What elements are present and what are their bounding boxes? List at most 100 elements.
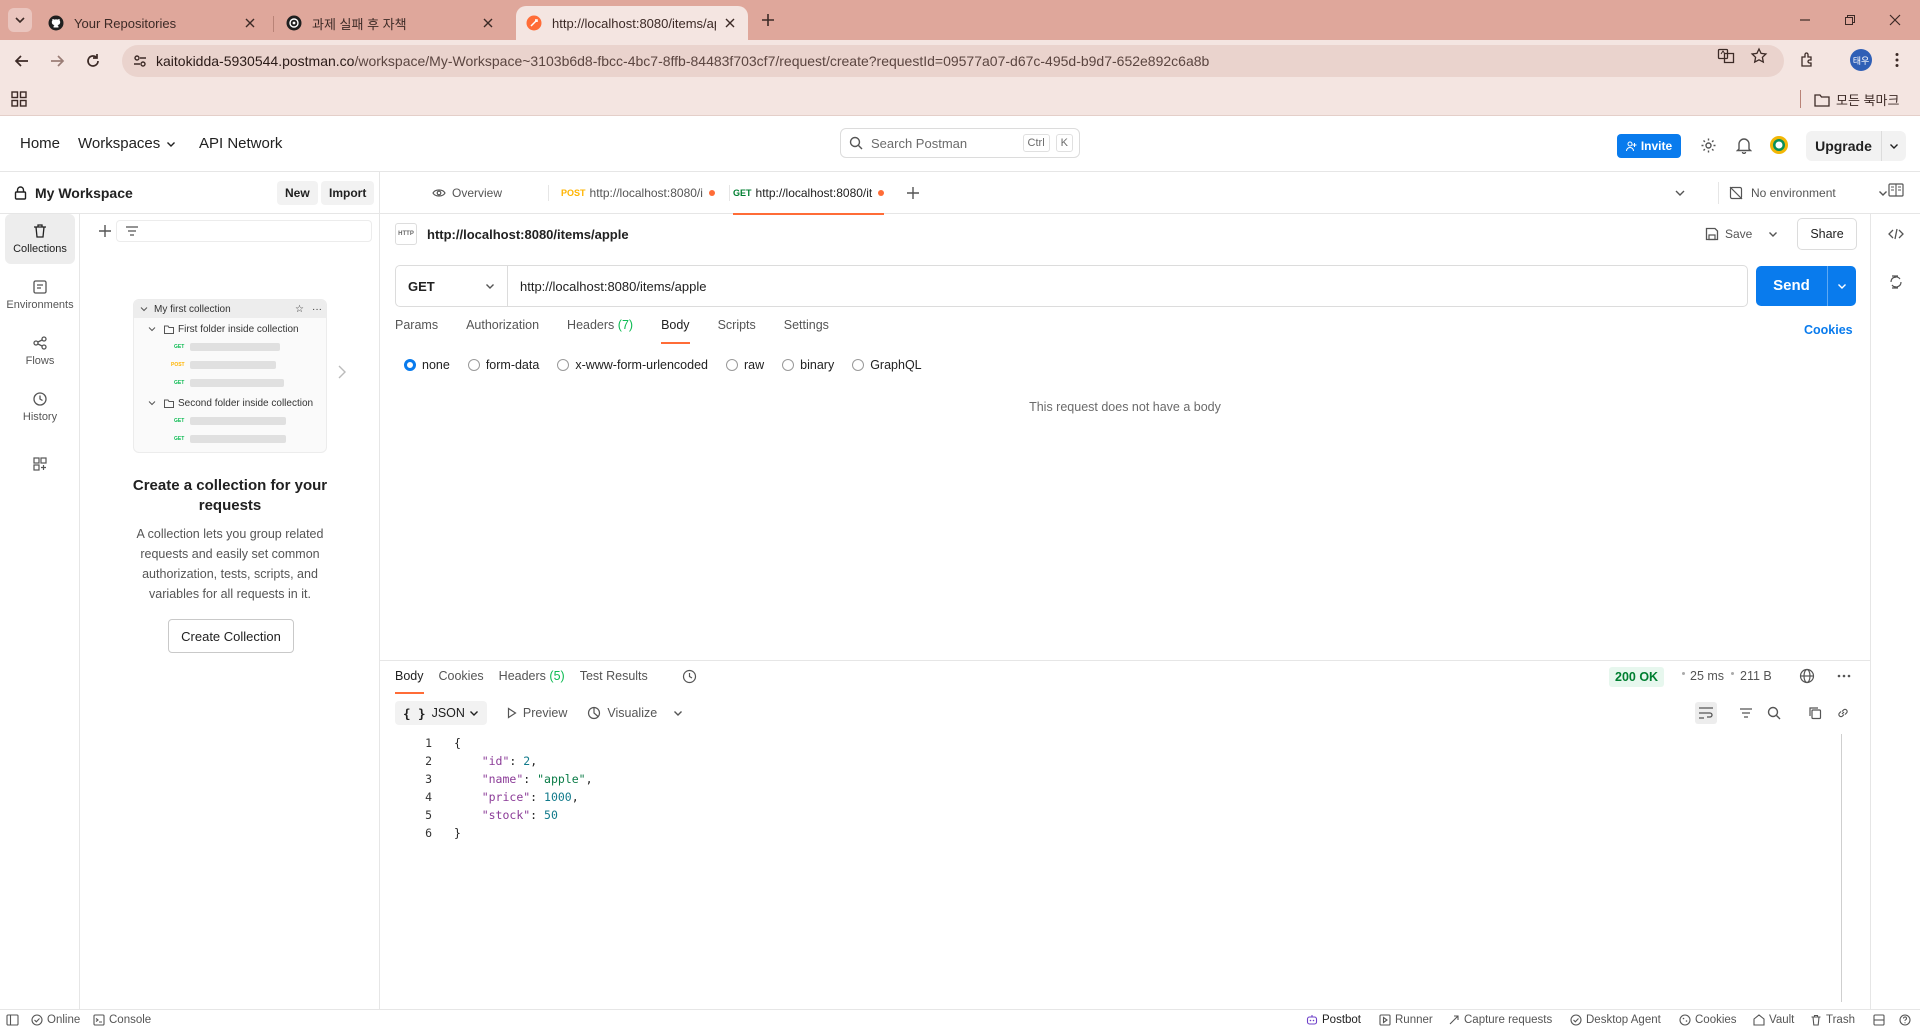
tab-params[interactable]: Params bbox=[395, 318, 438, 342]
chevron-right-icon[interactable] bbox=[336, 364, 348, 380]
user-avatar[interactable] bbox=[1769, 135, 1789, 155]
apps-grid-icon[interactable] bbox=[11, 91, 27, 107]
filter-icon[interactable] bbox=[1735, 702, 1757, 724]
chevron-down-icon[interactable] bbox=[1882, 141, 1906, 151]
cookies-button[interactable]: Cookies bbox=[1679, 1014, 1737, 1026]
console-button[interactable]: Console bbox=[93, 1014, 151, 1026]
profile-avatar[interactable]: 태우 bbox=[1850, 49, 1872, 71]
new-tab-button[interactable] bbox=[758, 10, 778, 30]
reload-button[interactable] bbox=[81, 49, 105, 73]
settings-icon[interactable] bbox=[1698, 135, 1718, 155]
method-selector[interactable]: GET bbox=[396, 266, 508, 306]
trash-button[interactable]: Trash bbox=[1810, 1014, 1855, 1026]
translate-icon[interactable] bbox=[1716, 46, 1736, 66]
link-icon[interactable] bbox=[1832, 702, 1854, 724]
tabs-overflow-button[interactable] bbox=[1674, 172, 1686, 214]
back-button[interactable] bbox=[10, 49, 34, 73]
format-selector[interactable]: { } JSON bbox=[395, 701, 487, 725]
tab-headers[interactable]: Headers (7) bbox=[567, 318, 633, 342]
online-status[interactable]: Online bbox=[31, 1014, 80, 1026]
forward-button[interactable] bbox=[45, 49, 69, 73]
response-body-editor[interactable]: 1{ 2 "id": 2, 3 "name": "apple", 4 "pric… bbox=[410, 734, 592, 842]
runner-button[interactable]: Runner bbox=[1379, 1014, 1433, 1026]
chevron-down-icon[interactable] bbox=[1768, 229, 1778, 239]
wrap-lines-icon[interactable] bbox=[1695, 702, 1717, 724]
tab-search-button[interactable] bbox=[8, 8, 32, 32]
new-button[interactable]: New bbox=[277, 181, 318, 205]
nav-home[interactable]: Home bbox=[20, 135, 60, 152]
tab-authorization[interactable]: Authorization bbox=[466, 318, 539, 342]
body-type-binary[interactable]: binary bbox=[782, 358, 834, 372]
browser-tab-chatgpt[interactable]: 과제 실패 후 자책 bbox=[276, 6, 506, 40]
status-badge[interactable]: 200 OK bbox=[1609, 667, 1665, 687]
body-type-urlencoded[interactable]: x-www-form-urlencoded bbox=[557, 358, 708, 372]
browser-tab-github[interactable]: Your Repositories bbox=[38, 6, 268, 40]
new-request-tab-button[interactable] bbox=[906, 172, 920, 214]
extensions-icon[interactable] bbox=[1798, 50, 1818, 70]
tab-scripts[interactable]: Scripts bbox=[718, 318, 756, 342]
share-button[interactable]: Share bbox=[1797, 218, 1857, 250]
browser-tab-postman[interactable]: http://localhost:8080/items/apple bbox=[516, 6, 748, 40]
response-time[interactable]: 25 ms bbox=[1690, 669, 1724, 683]
more-horizontal-icon[interactable] bbox=[1836, 668, 1852, 684]
window-close-button[interactable] bbox=[1885, 10, 1905, 30]
tab-overview[interactable]: Overview bbox=[432, 172, 502, 214]
response-tab-headers[interactable]: Headers (5) bbox=[499, 669, 565, 693]
minimize-button[interactable] bbox=[1795, 10, 1815, 30]
body-type-graphql[interactable]: GraphQL bbox=[852, 358, 922, 372]
tab-post-request[interactable]: POST http://localhost:8080/i bbox=[561, 172, 715, 214]
more-vertical-icon[interactable] bbox=[1887, 50, 1907, 70]
import-button[interactable]: Import bbox=[321, 181, 375, 205]
workspace-title[interactable]: My Workspace bbox=[14, 185, 133, 201]
response-tab-test-results[interactable]: Test Results bbox=[580, 669, 648, 693]
url-input[interactable] bbox=[508, 266, 1747, 306]
save-button[interactable]: Save bbox=[1705, 222, 1778, 246]
vault-button[interactable]: Vault bbox=[1753, 1014, 1794, 1026]
create-collection-plus[interactable] bbox=[94, 220, 116, 242]
editor-scrollbar[interactable] bbox=[1841, 734, 1842, 1002]
filter-collections-input[interactable] bbox=[116, 220, 372, 242]
layout-icon[interactable] bbox=[1873, 1014, 1889, 1026]
visualize-button[interactable]: Visualize bbox=[587, 706, 683, 720]
sidebar-item-environments[interactable]: Environments bbox=[5, 270, 75, 320]
toggle-sidebar-icon[interactable] bbox=[6, 1014, 23, 1026]
request-name[interactable]: HTTP http://localhost:8080/items/apple bbox=[395, 222, 629, 246]
response-tab-body[interactable]: Body bbox=[395, 669, 424, 694]
nav-api-network[interactable]: API Network bbox=[199, 135, 282, 152]
globe-icon[interactable] bbox=[1799, 668, 1815, 684]
sidebar-item-collections[interactable]: Collections bbox=[5, 214, 75, 264]
send-button[interactable]: Send bbox=[1756, 266, 1856, 306]
tab-body[interactable]: Body bbox=[661, 318, 690, 344]
body-type-form-data[interactable]: form-data bbox=[467, 358, 539, 372]
code-snippet-icon[interactable] bbox=[1886, 224, 1906, 244]
bell-icon[interactable] bbox=[1734, 135, 1754, 155]
preview-button[interactable]: Preview bbox=[507, 706, 567, 720]
all-bookmarks-button[interactable]: 모든 북마크 bbox=[1814, 90, 1899, 109]
site-info-icon[interactable] bbox=[130, 51, 150, 71]
close-icon[interactable] bbox=[722, 15, 738, 31]
chevron-down-icon[interactable] bbox=[1828, 281, 1856, 291]
postbot-button[interactable]: Postbot bbox=[1306, 1014, 1361, 1026]
create-collection-button[interactable]: Create Collection bbox=[168, 619, 294, 653]
close-icon[interactable] bbox=[242, 15, 258, 31]
close-icon[interactable] bbox=[480, 15, 496, 31]
copy-icon[interactable] bbox=[1804, 702, 1826, 724]
address-bar[interactable]: kaitokidda-5930544.postman.co/workspace/… bbox=[122, 45, 1784, 77]
sidebar-item-flows[interactable]: Flows bbox=[5, 326, 75, 376]
related-collections-icon[interactable] bbox=[1886, 272, 1906, 292]
nav-workspaces[interactable]: Workspaces bbox=[78, 135, 176, 152]
response-size[interactable]: 211 B bbox=[1740, 669, 1772, 683]
cookies-link[interactable]: Cookies bbox=[1804, 323, 1853, 337]
configure-sidebar-button[interactable] bbox=[5, 444, 75, 484]
response-history-icon[interactable] bbox=[682, 669, 697, 684]
invite-button[interactable]: Invite bbox=[1617, 134, 1681, 158]
body-type-none[interactable]: none bbox=[404, 358, 450, 372]
bookmark-star-icon[interactable] bbox=[1749, 46, 1769, 66]
pane-resize-handle[interactable] bbox=[380, 660, 1870, 661]
body-type-raw[interactable]: raw bbox=[726, 358, 764, 372]
environment-selector[interactable]: No environment bbox=[1718, 182, 1888, 204]
search-icon[interactable] bbox=[1763, 702, 1785, 724]
restore-button[interactable] bbox=[1840, 10, 1860, 30]
search-postman-input[interactable]: Search Postman Ctrl K bbox=[840, 128, 1080, 158]
response-tab-cookies[interactable]: Cookies bbox=[439, 669, 484, 693]
